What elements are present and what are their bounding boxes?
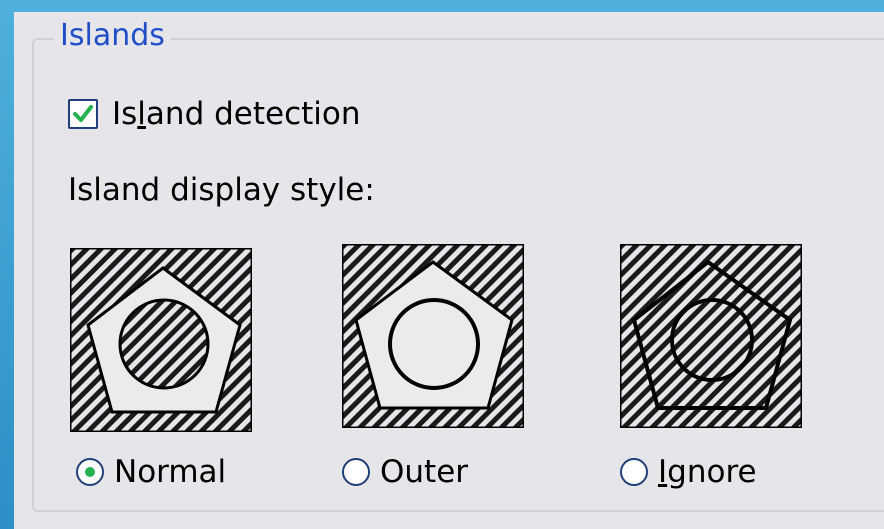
radio-normal-label: Normal bbox=[114, 454, 227, 490]
radio-outer-circle[interactable] bbox=[342, 458, 370, 486]
radio-normal-circle[interactable] bbox=[76, 458, 104, 486]
radio-ignore[interactable]: Ignore bbox=[620, 452, 757, 492]
radio-ignore-label: Ignore bbox=[658, 454, 757, 490]
radio-normal[interactable]: Normal bbox=[76, 452, 226, 492]
island-display-style-label: Island display style: bbox=[68, 172, 375, 208]
groupbox-title: Islands bbox=[54, 14, 171, 58]
radio-outer[interactable]: Outer bbox=[342, 452, 468, 492]
island-detection-checkbox-row[interactable]: Island detection bbox=[68, 94, 361, 134]
island-detection-checkbox[interactable] bbox=[68, 99, 98, 129]
radio-selected-dot bbox=[85, 467, 95, 477]
radio-ignore-circle[interactable] bbox=[620, 458, 648, 486]
outer-style-preview-icon[interactable] bbox=[342, 244, 524, 428]
island-detection-label: Island detection bbox=[112, 96, 361, 132]
checkmark-icon bbox=[73, 105, 93, 122]
radio-outer-label: Outer bbox=[380, 454, 469, 490]
ignore-style-preview-icon[interactable] bbox=[620, 244, 802, 428]
normal-style-preview-icon[interactable] bbox=[70, 248, 252, 432]
dialog-panel: Islands Island detection Island display … bbox=[14, 12, 884, 529]
